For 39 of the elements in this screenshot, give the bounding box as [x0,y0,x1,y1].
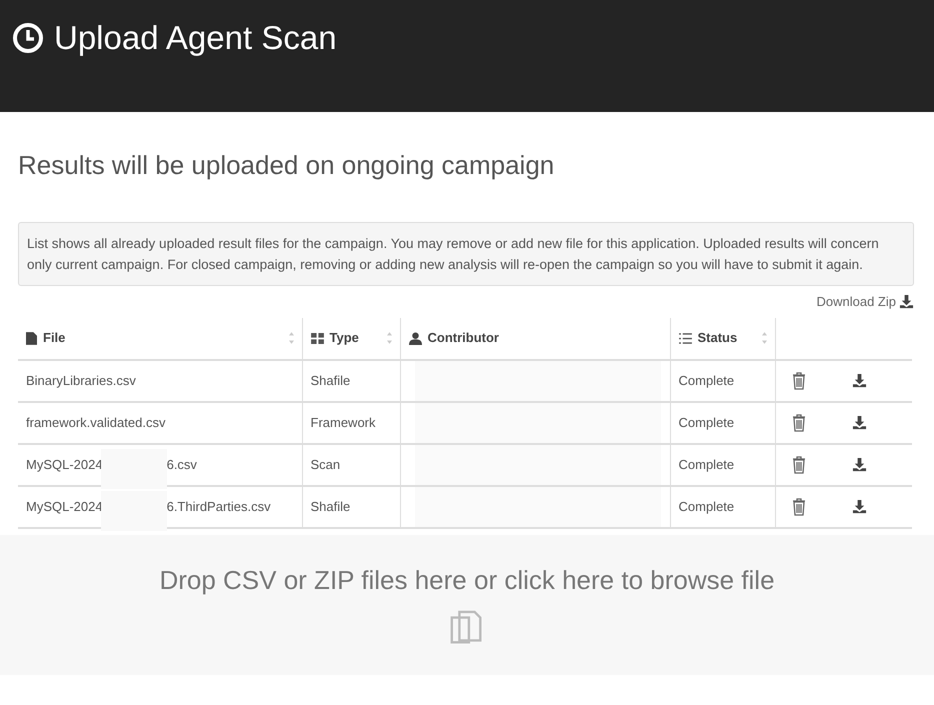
download-icon[interactable] [852,457,866,472]
column-header[interactable]: Type [330,328,359,348]
trash-icon[interactable] [792,456,806,474]
file-name: BinaryLibraries.csv [26,372,136,390]
file-name: MySQL-2024 [26,498,103,516]
info-text: List shows all already uploaded result files for the campaign. You may remove or add new file for this application. Uploaded results will concern only current campaign. For closed campaign, removing or adding new analysis will re-open the campaign so you will have to submit it again. [18,222,914,286]
grid-icon [310,332,324,344]
page-title: Upload Agent Scan [54,18,337,58]
trash-icon[interactable] [792,414,806,432]
file-type: Shafile [310,498,350,514]
column-header[interactable]: Contributor [428,328,499,348]
status-text: Complete [678,372,734,388]
file-name: 6.ThirdParties.csv [166,498,271,516]
redacted-area [100,448,167,488]
user-icon [408,332,422,344]
status-text: Complete [678,414,734,430]
download-icon[interactable] [852,415,866,430]
column-header[interactable]: Status [698,328,738,348]
drop-zone[interactable]: Drop CSV or ZIP files here or click here to browse file [0,534,934,674]
trash-icon[interactable] [792,372,806,390]
download-icon [899,294,914,310]
trash-icon[interactable] [792,498,806,516]
download-icon[interactable] [852,373,866,388]
download-icon[interactable] [852,499,866,514]
subtitle: Results will be uploaded on ongoing campaign [18,149,556,182]
file-type: Shafile [310,372,350,388]
file-type: Framework [310,414,376,430]
redacted-area [100,490,167,530]
column-header[interactable]: File [43,328,66,348]
clock-icon [12,22,44,54]
file-name: framework.validated.csv [26,414,166,432]
list-icon [678,332,692,344]
status-text: Complete [678,498,734,514]
file-name: 6.csv [166,456,197,474]
file-type: Scan [310,456,340,472]
download-zip-link[interactable]: Download Zip [816,292,914,312]
file-name: MySQL-2024 [26,456,103,474]
status-text: Complete [678,456,734,472]
file-icon [26,332,37,344]
